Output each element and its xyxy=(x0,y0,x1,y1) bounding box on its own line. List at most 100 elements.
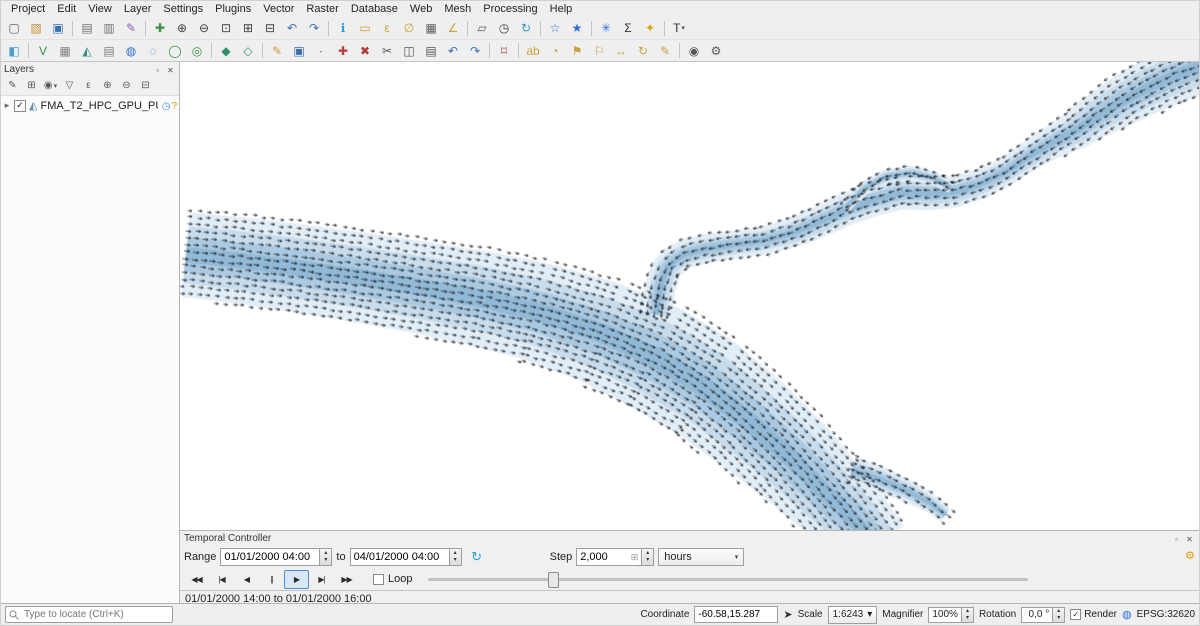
add-vector-layer-button[interactable]: V xyxy=(33,41,53,60)
skip-to-end-button[interactable]: ▶| xyxy=(309,570,334,589)
select-by-expression-button[interactable]: ε xyxy=(377,19,397,38)
open-layer-styling-button[interactable]: ✎ xyxy=(4,78,21,94)
collapse-all-button[interactable]: ⊖ xyxy=(118,78,135,94)
range-start-input[interactable] xyxy=(220,548,320,566)
filter-legend-button[interactable]: ▽ xyxy=(61,78,78,94)
animation-settings-button[interactable]: ⚙ xyxy=(1185,549,1195,562)
show-bookmarks-button[interactable]: ★ xyxy=(567,19,587,38)
magnifier-spinner[interactable]: ▴▾ xyxy=(962,607,974,623)
manage-map-themes-button[interactable]: ◉▾ xyxy=(42,78,59,94)
render-toggle[interactable]: ✓ Render xyxy=(1070,609,1117,620)
select-features-button[interactable]: ▭ xyxy=(355,19,375,38)
style-manager-button[interactable]: ✎ xyxy=(121,19,141,38)
vertex-tool-button[interactable]: ✚ xyxy=(333,41,353,60)
scale-combo[interactable]: 1:6243 ▾ xyxy=(828,606,878,624)
zoom-last-button[interactable]: ↶ xyxy=(282,19,302,38)
zoom-to-selection-button[interactable]: ⊞ xyxy=(238,19,258,38)
range-end-spinner[interactable]: ▴▾ xyxy=(450,548,462,566)
refresh-range-button[interactable]: ↻ xyxy=(468,548,486,566)
close-panel-button[interactable]: ✕ xyxy=(165,65,176,76)
range-start-spinner[interactable]: ▴▾ xyxy=(320,548,332,566)
remove-layer-button[interactable]: ⊟ xyxy=(137,78,154,94)
paste-features-button[interactable]: ▤ xyxy=(421,41,441,60)
new-bookmark-button[interactable]: ☆ xyxy=(545,19,565,38)
menu-processing[interactable]: Processing xyxy=(477,3,543,15)
step-unit-combo[interactable]: hours ▾ xyxy=(658,548,744,566)
skip-to-start-button[interactable]: |◀ xyxy=(209,570,234,589)
rotation-spinbox[interactable]: 0,0 ° ▴▾ xyxy=(1021,607,1065,623)
menu-view[interactable]: View xyxy=(82,3,118,15)
zoom-in-button[interactable]: ⊕ xyxy=(172,19,192,38)
coordinate-input[interactable] xyxy=(694,606,778,623)
expand-all-button[interactable]: ⊕ xyxy=(99,78,116,94)
time-slider[interactable] xyxy=(428,571,1028,587)
open-attribute-table-button[interactable]: ▦ xyxy=(421,19,441,38)
add-postgis-layer-button[interactable]: ◍ xyxy=(121,41,141,60)
menu-vector[interactable]: Vector xyxy=(257,3,300,15)
menu-web[interactable]: Web xyxy=(404,3,438,15)
extents-toggle-icon[interactable]: ➤ xyxy=(783,608,792,621)
new-shapefile-layer-button[interactable]: ◇ xyxy=(238,41,258,60)
save-layer-edits-button[interactable]: ▣ xyxy=(289,41,309,60)
layer-checkbox[interactable]: ✓ xyxy=(14,100,26,112)
undo-button[interactable]: ↶ xyxy=(443,41,463,60)
change-label-button[interactable]: ✎ xyxy=(655,41,675,60)
close-temporal-panel-button[interactable]: ✕ xyxy=(1184,534,1195,545)
crs-globe-icon[interactable]: ◍ xyxy=(1122,608,1132,621)
project-open-button[interactable]: ▧ xyxy=(26,19,46,38)
play-forward-button[interactable]: ▶ xyxy=(284,570,309,589)
step-input[interactable] xyxy=(580,551,630,563)
float-temporal-panel-button[interactable]: ▫ xyxy=(1171,534,1182,545)
highlight-pinned-labels-button[interactable]: ⚐ xyxy=(589,41,609,60)
add-mesh-layer-button[interactable]: ◭ xyxy=(77,41,97,60)
menu-help[interactable]: Help xyxy=(544,3,579,15)
toggle-editing-button[interactable]: ✎ xyxy=(267,41,287,60)
rotation-spinner[interactable]: ▴▾ xyxy=(1053,607,1065,623)
previous-frame-button[interactable]: ◀ xyxy=(234,570,259,589)
step-spinbox[interactable]: ⊞ xyxy=(576,548,642,566)
statistical-summary-button[interactable]: Σ xyxy=(618,19,638,38)
slider-handle[interactable] xyxy=(548,572,559,588)
slider-track[interactable] xyxy=(428,578,1028,581)
locate-search[interactable] xyxy=(5,606,173,623)
step-spinner[interactable]: ▴▾ xyxy=(642,548,654,566)
float-panel-button[interactable]: ▫ xyxy=(152,65,163,76)
delete-selected-button[interactable]: ✖ xyxy=(355,41,375,60)
copy-features-button[interactable]: ◫ xyxy=(399,41,419,60)
new-geopackage-layer-button[interactable]: ◆ xyxy=(216,41,236,60)
cut-features-button[interactable]: ✂ xyxy=(377,41,397,60)
zoom-to-layer-button[interactable]: ⊟ xyxy=(260,19,280,38)
advanced-digitizing-button[interactable]: ⌑ xyxy=(494,41,514,60)
layout-manager-button[interactable]: ▥ xyxy=(99,19,119,38)
loop-control[interactable]: ✓ Loop xyxy=(373,573,412,585)
play-backward-button[interactable]: ◀◀ xyxy=(184,570,209,589)
add-raster-layer-button[interactable]: ▦ xyxy=(55,41,75,60)
add-wfs-layer-button[interactable]: ◎ xyxy=(187,41,207,60)
processing-toolbox-button[interactable]: ✳ xyxy=(596,19,616,38)
menu-layer[interactable]: Layer xyxy=(118,3,158,15)
fast-forward-button[interactable]: ▶▶ xyxy=(334,570,359,589)
show-map-tips-button[interactable]: ✦ xyxy=(640,19,660,38)
osm-place-search-button[interactable]: ◉ xyxy=(684,41,704,60)
layer-diagram-button[interactable]: ◔ xyxy=(545,41,565,60)
redo-button[interactable]: ↷ xyxy=(465,41,485,60)
layer-labeling-button[interactable]: ab xyxy=(523,41,543,60)
menu-project[interactable]: Project xyxy=(5,3,51,15)
crs-text[interactable]: EPSG:32620 xyxy=(1137,609,1195,620)
map-canvas[interactable] xyxy=(180,62,1199,530)
expand-arrow-icon[interactable]: ▸ xyxy=(3,100,11,111)
magnifier-spinbox[interactable]: 100% ▴▾ xyxy=(928,607,974,623)
pause-button[interactable]: || xyxy=(259,570,284,589)
add-wms-layer-button[interactable]: ◯ xyxy=(165,41,185,60)
measure-line-button[interactable]: ∠ xyxy=(443,19,463,38)
menu-database[interactable]: Database xyxy=(345,3,404,15)
render-checkbox[interactable]: ✓ xyxy=(1070,609,1081,620)
new-map-view-button[interactable]: ▱ xyxy=(472,19,492,38)
zoom-next-button[interactable]: ↷ xyxy=(304,19,324,38)
project-save-button[interactable]: ▣ xyxy=(48,19,68,38)
filter-by-expression-button[interactable]: ε xyxy=(80,78,97,94)
rotate-label-button[interactable]: ↻ xyxy=(633,41,653,60)
add-group-button[interactable]: ⊞ xyxy=(23,78,40,94)
menu-raster[interactable]: Raster xyxy=(300,3,344,15)
identify-features-button[interactable]: ℹ xyxy=(333,19,353,38)
